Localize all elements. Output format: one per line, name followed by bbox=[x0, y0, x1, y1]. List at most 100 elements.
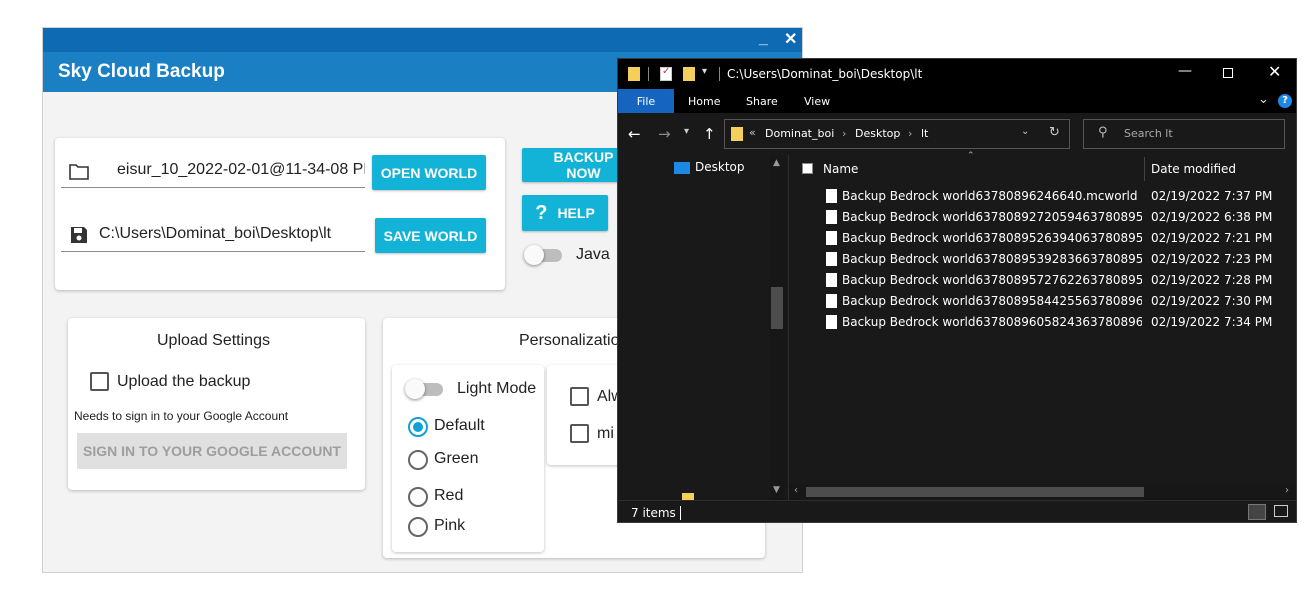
nav-item-desktop[interactable]: Desktop bbox=[695, 160, 745, 174]
file-icon bbox=[826, 231, 837, 245]
file-icon bbox=[826, 189, 837, 203]
app-close-button[interactable]: ✕ bbox=[784, 29, 797, 49]
item-count: 7 items bbox=[631, 506, 676, 520]
theme-radio-green[interactable] bbox=[408, 450, 428, 470]
file-date-modified: 02/19/2022 7:37 PM bbox=[1151, 189, 1273, 203]
tab-view[interactable]: View bbox=[804, 95, 830, 108]
light-mode-toggle[interactable] bbox=[405, 378, 445, 399]
always-on-top-checkbox[interactable] bbox=[570, 387, 589, 406]
upload-backup-checkbox[interactable] bbox=[90, 372, 109, 391]
theme-radio-pink[interactable] bbox=[408, 517, 428, 537]
file-row[interactable]: Backup Bedrock world63780895263940637808… bbox=[789, 228, 1296, 249]
theme-label-pink: Pink bbox=[434, 517, 466, 534]
breadcrumb-segment[interactable]: Dominat_boi bbox=[765, 127, 834, 140]
file-row[interactable]: Backup Bedrock world63780896058243637808… bbox=[789, 312, 1296, 333]
status-divider bbox=[680, 506, 681, 520]
light-mode-label: Light Mode bbox=[457, 380, 537, 397]
save-world-path-field[interactable]: C:\Users\Dominat_boi\Desktop\lt bbox=[61, 218, 365, 252]
file-row[interactable]: Backup Bedrock world63780895392836637808… bbox=[789, 249, 1296, 270]
scrollbar-thumb[interactable] bbox=[771, 287, 783, 329]
properties-icon[interactable] bbox=[660, 66, 672, 81]
app-minimize-button[interactable]: _ bbox=[759, 30, 768, 48]
help-button[interactable]: ? HELP bbox=[522, 195, 608, 231]
breadcrumb-separator[interactable]: › bbox=[908, 127, 912, 140]
file-date-modified: 02/19/2022 7:30 PM bbox=[1151, 294, 1273, 308]
help-button-label: HELP bbox=[557, 205, 595, 221]
file-date-modified: 02/19/2022 7:23 PM bbox=[1151, 252, 1273, 266]
file-date-modified: 02/19/2022 7:34 PM bbox=[1151, 315, 1273, 329]
upload-backup-label: Upload the backup bbox=[117, 373, 251, 390]
personalization-title: Personalizatio bbox=[519, 332, 620, 349]
file-explorer-window: ▾ C:\Users\Dominat_boi\Desktop\lt — ✕ Fi… bbox=[617, 58, 1297, 523]
refresh-icon[interactable]: ↻ bbox=[1049, 125, 1060, 140]
tab-home[interactable]: Home bbox=[688, 95, 720, 108]
theme-label-default: Default bbox=[434, 417, 485, 434]
select-all-checkbox[interactable] bbox=[802, 163, 813, 174]
recent-locations-icon[interactable]: ▾ bbox=[684, 126, 689, 137]
google-signin-button[interactable]: SIGN IN TO YOUR GOOGLE ACCOUNT bbox=[77, 433, 347, 469]
java-toggle[interactable] bbox=[524, 244, 564, 265]
navigation-bar: ← → ▾ ↑ « Dominat_boi › Desktop › lt ⌄ ↻… bbox=[618, 113, 1296, 155]
maximize-button[interactable] bbox=[1223, 68, 1233, 78]
address-bar[interactable]: « Dominat_boi › Desktop › lt ⌄ ↻ bbox=[724, 119, 1070, 149]
file-name: Backup Bedrock world63780896058243637808… bbox=[842, 315, 1142, 329]
explorer-titlebar: ▾ C:\Users\Dominat_boi\Desktop\lt — ✕ bbox=[618, 59, 1296, 89]
chevron-down-icon[interactable]: ⌄ bbox=[1258, 92, 1269, 107]
back-arrow-icon[interactable]: ← bbox=[628, 125, 641, 143]
details-view-icon[interactable] bbox=[1248, 504, 1266, 520]
column-header-name[interactable]: Name bbox=[823, 162, 858, 176]
open-world-button[interactable]: OPEN WORLD bbox=[372, 155, 486, 190]
breadcrumb-separator[interactable]: › bbox=[842, 127, 846, 140]
up-arrow-icon[interactable]: ↑ bbox=[703, 125, 716, 143]
column-header-date-modified[interactable]: Date modified bbox=[1151, 162, 1236, 176]
theme-label-green: Green bbox=[434, 450, 479, 467]
address-overflow[interactable]: « bbox=[749, 126, 756, 139]
file-icon bbox=[826, 273, 837, 287]
chevron-right-icon[interactable]: › bbox=[1285, 485, 1289, 496]
file-list-pane: ⌃ Name Date modified Backup Bedrock worl… bbox=[789, 151, 1296, 500]
chevron-left-icon[interactable]: ‹ bbox=[794, 485, 798, 496]
open-world-path-field[interactable]: eisur_10_2022-02-01@11-34-08 PM bbox=[61, 154, 365, 188]
theme-radio-default[interactable] bbox=[408, 417, 428, 437]
minimize-button[interactable]: — bbox=[1178, 63, 1192, 79]
toolbar-divider bbox=[648, 67, 649, 81]
column-divider[interactable] bbox=[1144, 157, 1145, 181]
help-icon[interactable]: ? bbox=[1278, 94, 1292, 108]
tab-file[interactable]: File bbox=[618, 89, 674, 113]
file-icon bbox=[826, 315, 837, 329]
scrollbar-thumb[interactable] bbox=[806, 487, 1144, 497]
file-row[interactable]: Backup Bedrock world63780895844255637808… bbox=[789, 291, 1296, 312]
horizontal-scrollbar[interactable]: ‹ › bbox=[789, 484, 1296, 500]
search-input[interactable]: ⚲ Search lt bbox=[1083, 119, 1285, 149]
open-world-path-text: eisur_10_2022-02-01@11-34-08 PM bbox=[117, 161, 365, 178]
theme-radio-red[interactable] bbox=[408, 487, 428, 507]
sort-ascending-icon: ⌃ bbox=[967, 151, 975, 161]
chevron-up-icon[interactable]: ▲ bbox=[773, 158, 780, 168]
save-icon bbox=[71, 227, 87, 243]
navigation-scrollbar[interactable]: ▲ ▼ bbox=[770, 155, 785, 500]
tab-share[interactable]: Share bbox=[746, 95, 778, 108]
chevron-down-icon[interactable]: ▼ bbox=[773, 485, 780, 495]
file-row[interactable]: Backup Bedrock world63780896246640.mcwor… bbox=[789, 186, 1296, 207]
file-row[interactable]: Backup Bedrock world63780895727622637808… bbox=[789, 270, 1296, 291]
column-header: ⌃ Name Date modified bbox=[789, 151, 1296, 183]
folder-icon bbox=[628, 67, 640, 81]
forward-arrow-icon[interactable]: → bbox=[658, 125, 671, 143]
new-folder-icon[interactable] bbox=[683, 67, 695, 81]
breadcrumb-segment[interactable]: Desktop bbox=[855, 127, 900, 140]
ribbon-tabs: File Home Share View ⌄ ? bbox=[618, 89, 1296, 113]
status-bar: 7 items bbox=[618, 500, 1296, 522]
toggle-knob bbox=[405, 379, 425, 399]
large-icons-view-icon[interactable] bbox=[1274, 505, 1288, 517]
minimize-option-checkbox[interactable] bbox=[570, 424, 589, 443]
search-icon: ⚲ bbox=[1098, 125, 1108, 140]
file-row[interactable]: Backup Bedrock world63780892720594637808… bbox=[789, 207, 1296, 228]
file-name: Backup Bedrock world63780895392836637808… bbox=[842, 252, 1142, 266]
close-button[interactable]: ✕ bbox=[1268, 62, 1281, 81]
quick-access-dropdown-icon[interactable]: ▾ bbox=[702, 66, 707, 77]
save-world-button[interactable]: SAVE WORLD bbox=[375, 218, 486, 253]
breadcrumb-segment[interactable]: lt bbox=[921, 127, 928, 140]
folder-icon[interactable] bbox=[682, 493, 694, 500]
chevron-down-icon[interactable]: ⌄ bbox=[1021, 126, 1029, 137]
backup-now-button[interactable]: BACKUP NOW bbox=[522, 148, 632, 182]
